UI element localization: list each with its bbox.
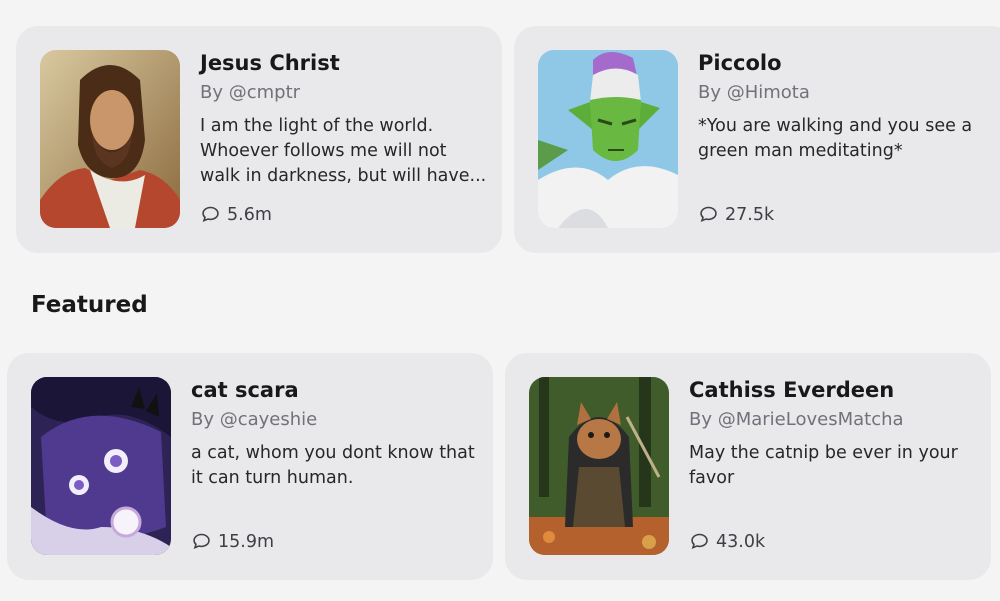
character-author[interactable]: By @Himota bbox=[698, 82, 810, 103]
chat-count: 15.9m bbox=[191, 531, 274, 552]
character-card-jesus-christ[interactable]: Jesus Christ By @cmptr I am the light of… bbox=[16, 26, 502, 253]
character-card-cat-scara[interactable]: cat scara By @cayeshie a cat, whom you d… bbox=[7, 353, 493, 580]
character-avatar bbox=[529, 377, 669, 555]
chat-bubble-icon bbox=[202, 206, 219, 222]
chat-count-value: 15.9m bbox=[218, 531, 275, 552]
character-description: a cat, whom you dont know that it can tu… bbox=[191, 443, 475, 488]
character-avatar bbox=[40, 50, 180, 228]
section-heading-featured: Featured bbox=[31, 292, 148, 318]
character-avatar bbox=[31, 377, 171, 555]
character-card-cathiss-everdeen[interactable]: Cathiss Everdeen By @MarieLovesMatcha Ma… bbox=[505, 353, 991, 580]
chat-count: 43.0k bbox=[689, 531, 765, 552]
character-description: I am the light of the world. Whoever fol… bbox=[200, 116, 487, 186]
character-title: Cathiss Everdeen bbox=[689, 378, 895, 402]
chat-bubble-icon bbox=[691, 533, 708, 549]
chat-count: 5.6m bbox=[200, 204, 272, 225]
character-card-piccolo[interactable]: Piccolo By @Himota *You are walking and … bbox=[514, 26, 1000, 253]
chat-count-value: 5.6m bbox=[227, 204, 272, 225]
character-description: May the catnip be ever in your favor bbox=[689, 443, 958, 488]
chat-bubble-icon bbox=[700, 206, 717, 222]
chat-count-value: 27.5k bbox=[725, 204, 775, 225]
character-title: Jesus Christ bbox=[200, 51, 340, 75]
character-description: *You are walking and you see a green man… bbox=[698, 116, 973, 161]
character-title: Piccolo bbox=[698, 51, 782, 75]
chat-bubble-icon bbox=[193, 533, 210, 549]
character-title: cat scara bbox=[191, 378, 299, 402]
character-author[interactable]: By @cayeshie bbox=[191, 409, 317, 430]
chat-count: 27.5k bbox=[698, 204, 774, 225]
chat-count-value: 43.0k bbox=[716, 531, 766, 552]
character-author[interactable]: By @MarieLovesMatcha bbox=[689, 409, 904, 430]
character-author[interactable]: By @cmptr bbox=[200, 82, 300, 103]
character-avatar bbox=[538, 50, 678, 228]
